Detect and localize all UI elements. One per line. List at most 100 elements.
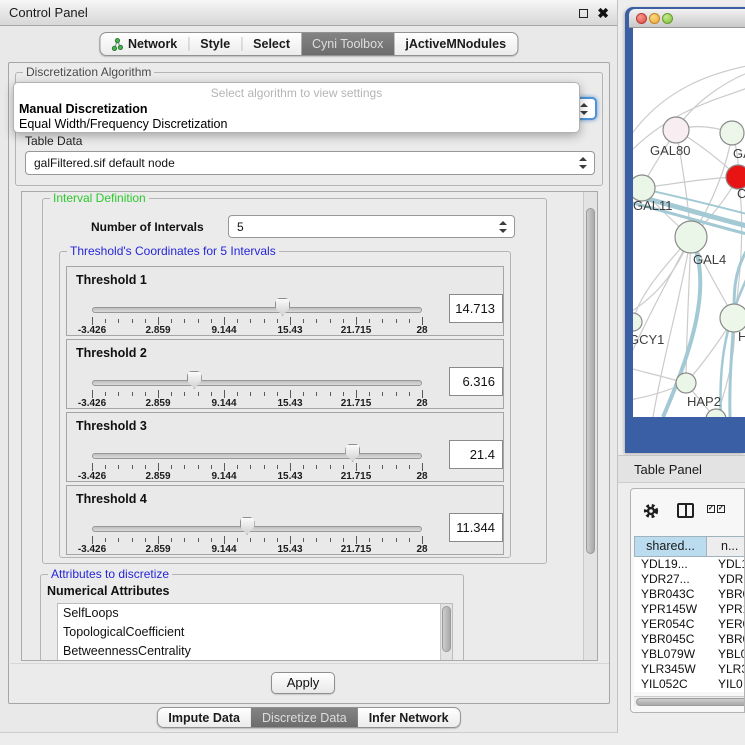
checkbox-icon[interactable]: ✓	[717, 505, 725, 513]
cell-name[interactable]: YBR0	[707, 632, 745, 647]
cell-shared-name[interactable]: YDR27...	[634, 572, 707, 587]
attribute-list-item[interactable]: TopologicalCoefficient	[58, 623, 452, 642]
close-icon[interactable]: ✖	[597, 3, 609, 23]
apply-button[interactable]: Apply	[271, 672, 335, 694]
threshold-slider-thumb[interactable]	[345, 444, 360, 462]
cell-name[interactable]: YER0	[707, 617, 745, 632]
slider-tick	[132, 319, 133, 323]
slider-tick	[211, 538, 212, 542]
threshold-slider-track[interactable]	[92, 453, 422, 459]
slider-tick	[422, 390, 423, 398]
tab-discretize-data[interactable]: Discretize Data	[251, 708, 358, 727]
threshold-value-field[interactable]: 6.316	[449, 367, 503, 396]
cell-name[interactable]: YLR3	[707, 662, 745, 677]
network-node-label: C	[737, 186, 745, 201]
network-node[interactable]	[676, 373, 696, 393]
column-header-name[interactable]: n...	[707, 536, 745, 557]
cell-shared-name[interactable]: YER054C	[634, 617, 707, 632]
threshold-value-field[interactable]: 11.344	[449, 513, 503, 542]
slider-tick	[250, 538, 251, 542]
threshold-value-field[interactable]: 21.4	[449, 440, 503, 469]
cell-shared-name[interactable]: YDL19...	[634, 557, 707, 572]
tab-style[interactable]: Style	[189, 33, 241, 55]
table-row[interactable]: YBR045CYBR0	[634, 632, 745, 647]
slider-tick	[356, 390, 357, 398]
slider-tick	[290, 317, 291, 325]
slider-tick-label: 9.144	[211, 544, 236, 555]
popup-item-equal-width-frequency[interactable]: Equal Width/Frequency Discretization	[19, 117, 227, 131]
network-window-titlebar[interactable]	[629, 9, 745, 28]
numerical-attributes-list[interactable]: SelfLoopsTopologicalCoefficientBetweenne…	[57, 603, 453, 661]
threshold-slider-track[interactable]	[92, 307, 422, 313]
cell-name[interactable]: YPR1	[707, 602, 745, 617]
cell-shared-name[interactable]: YLR345W	[634, 662, 707, 677]
slider-tick	[198, 319, 199, 323]
settings-scroll-panel: Interval Definition Number of Intervals …	[21, 191, 598, 661]
gear-icon[interactable]	[643, 503, 659, 519]
threshold-slider-thumb[interactable]	[240, 517, 255, 535]
table-row[interactable]: YPR145WYPR1	[634, 602, 745, 617]
close-traffic-light[interactable]	[636, 13, 647, 24]
threshold-slider-thumb[interactable]	[275, 298, 290, 316]
attribute-list-item[interactable]: BetweennessCentrality	[58, 642, 452, 661]
slider-tick	[92, 463, 93, 471]
table-row[interactable]: YDR27...YDR2	[634, 572, 745, 587]
algorithm-dropdown-popup: Select algorithm to view settings Manual…	[13, 82, 580, 133]
cell-name[interactable]: YBR0	[707, 587, 745, 602]
table-row[interactable]: YLR345WYLR3	[634, 662, 745, 677]
popup-item-manual-discretization[interactable]: Manual Discretization	[19, 102, 148, 116]
minimize-traffic-light[interactable]	[649, 13, 660, 24]
table-row[interactable]: YER054CYER0	[634, 617, 745, 632]
table-hscrollbar[interactable]	[634, 696, 744, 706]
table-row[interactable]: YBR043CYBR0	[634, 587, 745, 602]
column-header-shared-name[interactable]: shared...	[634, 536, 707, 557]
threshold-slider-track[interactable]	[92, 380, 422, 386]
slider-tick	[145, 319, 146, 323]
attribute-list-item[interactable]: SelfLoops	[58, 604, 452, 623]
slider-tick	[198, 392, 199, 396]
threshold-slider-thumb[interactable]	[187, 371, 202, 389]
table-data-combobox[interactable]: galFiltered.sif default node	[25, 151, 595, 175]
cell-shared-name[interactable]: YBL079W	[634, 647, 707, 662]
cell-name[interactable]: YIL0	[707, 677, 745, 692]
threshold-label: Threshold 1	[76, 273, 147, 287]
tab-jactivemnodules[interactable]: jActiveMNodules	[394, 33, 517, 55]
tab-impute-data[interactable]: Impute Data	[157, 708, 251, 727]
cell-shared-name[interactable]: YBR043C	[634, 587, 707, 602]
cell-name[interactable]: YBL0	[707, 647, 745, 662]
table-row[interactable]: YBL079WYBL0	[634, 647, 745, 662]
table-row[interactable]: YDL19...YDL1	[634, 557, 745, 572]
network-node[interactable]	[663, 117, 689, 143]
float-window-icon[interactable]	[579, 9, 588, 18]
cell-name[interactable]: YDR2	[707, 572, 745, 587]
zoom-traffic-light[interactable]	[662, 13, 673, 24]
tab-cyni-toolbox[interactable]: Cyni Toolbox	[301, 33, 394, 55]
list-scrollbar[interactable]	[440, 604, 452, 661]
slider-tick	[224, 317, 225, 325]
table-hscrollbar-thumb[interactable]	[636, 698, 745, 706]
network-node[interactable]	[675, 221, 707, 253]
cell-shared-name[interactable]: YPR145W	[634, 602, 707, 617]
network-node[interactable]	[720, 304, 745, 332]
number-of-intervals-combobox[interactable]: 5	[228, 215, 515, 238]
tab-select[interactable]: Select	[242, 33, 301, 55]
combo-arrows-icon	[580, 103, 588, 115]
checkbox-icon[interactable]: ✓	[707, 505, 715, 513]
threshold-slider-track[interactable]	[92, 526, 422, 532]
network-canvas[interactable]: GAL80GACGAL11GAL4GCY1HHAP2	[633, 28, 745, 417]
cell-shared-name[interactable]: YBR045C	[634, 632, 707, 647]
panel-scrollbar-thumb[interactable]	[586, 208, 595, 554]
tab-network[interactable]: Network	[100, 33, 188, 55]
table-row[interactable]: YIL052CYIL0	[634, 677, 745, 692]
slider-tick-label: 2.859	[145, 325, 170, 336]
cell-shared-name[interactable]: YIL052C	[634, 677, 707, 692]
tab-infer-network[interactable]: Infer Network	[358, 708, 460, 727]
list-scrollbar-thumb[interactable]	[442, 606, 451, 652]
threshold-value-field[interactable]: 14.713	[449, 294, 503, 323]
slider-tick	[171, 465, 172, 469]
split-table-icon[interactable]	[677, 503, 694, 518]
network-node[interactable]	[720, 121, 744, 145]
cell-name[interactable]: YDL1	[707, 557, 745, 572]
network-node[interactable]	[633, 313, 642, 331]
panel-scrollbar[interactable]	[583, 192, 597, 660]
